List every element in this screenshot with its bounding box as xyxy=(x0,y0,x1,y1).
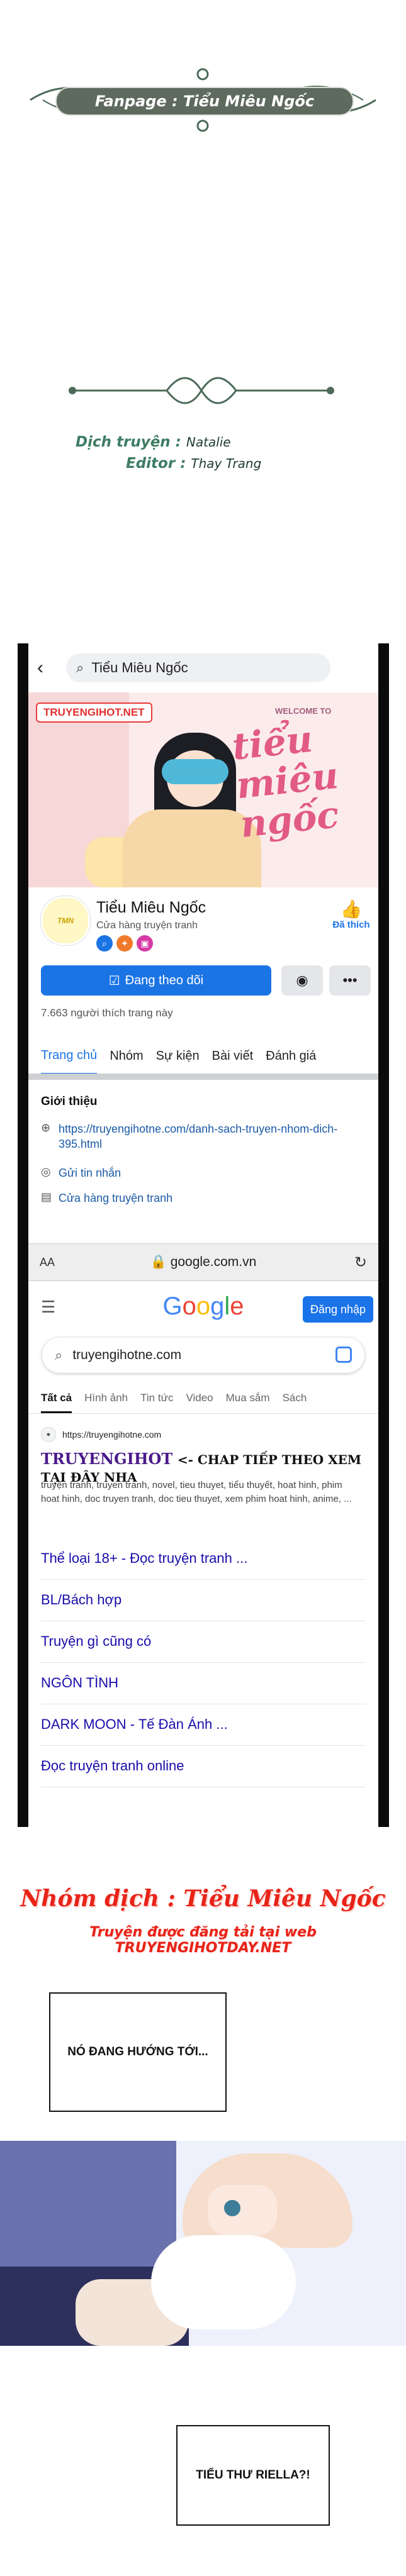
tab-shopping[interactable]: Mua sắm xyxy=(226,1385,270,1413)
tab-video[interactable]: Video xyxy=(186,1385,213,1413)
fire-badge-icon[interactable]: ✦ xyxy=(116,935,133,952)
sitelink-item[interactable]: Thể loại 18+ - Đọc truyện tranh ... xyxy=(41,1538,366,1580)
intro-shop-row[interactable]: ▤ Cửa hàng truyện tranh xyxy=(41,1191,354,1206)
page-info: TMN Tiểu Miêu Ngốc Cửa hàng truyện tranh… xyxy=(28,887,378,1038)
fanpage-pill: Fanpage : Tiểu Miêu Ngốc xyxy=(55,87,354,116)
intro-section: Giới thiệu ⊕ https://truyengihotne.com/d… xyxy=(28,1080,378,1243)
following-button[interactable]: ☑ Đang theo dõi xyxy=(41,965,271,996)
google-tabs: Tất cả Hình ảnh Tin tức Video Mua sắm Sá… xyxy=(28,1385,378,1414)
translator-key: Dịch truyện : xyxy=(76,434,181,450)
intro-shop-link[interactable]: Cửa hàng truyện tranh xyxy=(59,1191,354,1206)
tab-home[interactable]: Trang chủ xyxy=(41,1038,98,1075)
search-icon: ⌕ xyxy=(76,660,84,675)
speech-text: TIỂU THƯ RIELLA?! xyxy=(196,2468,310,2482)
result-description: truyện tranh, truyen tranh, novel, tieu … xyxy=(41,1480,352,1504)
cover-script-title: tiểu miêu ngốc xyxy=(230,717,341,846)
google-search-query: truyengihotne.com xyxy=(72,1348,182,1362)
globe-icon: ⊕ xyxy=(41,1121,51,1134)
cover-site-tag: TRUYENGIHOT.NET xyxy=(36,702,152,723)
result-title-brand: TRUYENGIHOT xyxy=(41,1450,173,1468)
cover-welcome: WELCOME TO xyxy=(275,706,332,716)
section-divider xyxy=(28,1074,378,1080)
fanpage-label: Fanpage : Tiểu Miêu Ngốc xyxy=(94,92,315,110)
like-label: Đã thích xyxy=(332,919,370,930)
tab-images[interactable]: Hình ảnh xyxy=(84,1385,128,1413)
back-arrow-icon[interactable]: ‹ xyxy=(37,657,59,679)
speech-text: NÓ ĐANG HƯỚNG TỚI... xyxy=(67,2045,208,2058)
intro-website-row[interactable]: ⊕ https://truyengihotne.com/danh-sach-tr… xyxy=(41,1121,354,1152)
thumbs-up-icon: 👍 xyxy=(340,899,363,919)
sitelink-item[interactable]: Truyện gì cũng có xyxy=(41,1621,366,1663)
tab-groups[interactable]: Nhóm xyxy=(110,1038,143,1074)
sitelink-item[interactable]: DARK MOON - Tế Đàn Ánh ... xyxy=(41,1704,366,1746)
shop-icon: ▤ xyxy=(41,1191,52,1203)
result-url[interactable]: https://truyengihotne.com xyxy=(62,1430,161,1440)
intro-message-row[interactable]: ◎ Gửi tin nhắn xyxy=(41,1165,354,1180)
page-avatar[interactable]: TMN xyxy=(41,896,90,945)
sitelink-item[interactable]: NGÔN TÌNH xyxy=(41,1662,366,1704)
browser-url: 🔒 google.com.vn xyxy=(150,1255,257,1269)
messenger-icon: ◉ xyxy=(296,972,308,988)
editor-name: Thay Trang xyxy=(191,456,262,471)
tab-books[interactable]: Sách xyxy=(283,1385,307,1413)
search-result: ● https://truyengihotne.com TRUYENGIHOT … xyxy=(28,1418,378,1538)
intro-website-link[interactable]: https://truyengihotne.com/danh-sach-truy… xyxy=(59,1121,354,1152)
comic-panel xyxy=(0,2141,406,2346)
search-badge-icon[interactable]: ⌕ xyxy=(96,935,113,952)
result-source[interactable]: ● https://truyengihotne.com xyxy=(41,1427,161,1442)
more-options-button[interactable]: ••• xyxy=(329,965,371,996)
intro-title: Giới thiệu xyxy=(41,1095,98,1108)
editor-key: Editor : xyxy=(126,455,186,472)
sitelink-item[interactable]: BL/Bách hợp xyxy=(41,1579,366,1621)
page-category: Cửa hàng truyện tranh xyxy=(96,920,198,931)
following-label: Đang theo dõi xyxy=(125,973,204,987)
messenger-small-icon: ◎ xyxy=(41,1165,51,1178)
upload-notice: Truyện được đăng tải tại web TRUYENGIHOT… xyxy=(89,1924,317,1956)
translator-group: Nhóm dịch : Tiểu Miêu Ngốc xyxy=(20,1885,386,1912)
favicon-icon: ● xyxy=(41,1427,56,1442)
fanpage-banner: Fanpage : Tiểu Miêu Ngốc xyxy=(18,68,388,130)
messenger-button[interactable]: ◉ xyxy=(281,965,323,996)
ornament-divider xyxy=(69,377,334,404)
search-icon: ⌕ xyxy=(55,1347,63,1363)
tab-events[interactable]: Sự kiện xyxy=(156,1038,200,1074)
tab-posts[interactable]: Bài viết xyxy=(212,1038,254,1074)
credit-editor: Editor : Thay Trang xyxy=(126,455,327,472)
phone-screenshot: ‹ ⌕ Tiểu Miêu Ngốc TRUYENGIHOT.NET WELCO… xyxy=(18,643,389,1827)
likes-count: 7.663 người thích trang này xyxy=(41,1007,173,1019)
facebook-top-bar: ‹ ⌕ Tiểu Miêu Ngốc xyxy=(28,643,378,692)
page-name: Tiểu Miêu Ngốc xyxy=(96,899,206,916)
facebook-search-bar[interactable]: ⌕ Tiểu Miêu Ngốc xyxy=(66,653,330,682)
speech-bubble: NÓ ĐANG HƯỚNG TỚI... xyxy=(49,1992,227,2112)
shop-badge-icon[interactable]: ▣ xyxy=(137,935,153,952)
url-text: google.com.vn xyxy=(170,1255,257,1269)
google-login-button[interactable]: Đăng nhập xyxy=(303,1296,373,1323)
credit-translator: Dịch truyện : Natalie xyxy=(76,434,327,450)
speech-bubble: TIỂU THƯ RIELLA?! xyxy=(176,2425,330,2526)
google-header: ☰ Google Đăng nhập xyxy=(28,1280,378,1333)
like-button[interactable]: 👍 Đã thích xyxy=(329,899,373,930)
google-lens-icon[interactable] xyxy=(336,1346,352,1363)
sitelink-item[interactable]: Đọc truyện tranh online xyxy=(41,1745,366,1787)
phone-screen: ‹ ⌕ Tiểu Miêu Ngốc TRUYENGIHOT.NET WELCO… xyxy=(28,643,378,1827)
facebook-tabs: Trang chủ Nhóm Sự kiện Bài viết Đánh giá xyxy=(28,1038,378,1075)
facebook-search-query: Tiểu Miêu Ngốc xyxy=(91,660,188,675)
cover-photo: TRUYENGIHOT.NET WELCOME TO tiểu miêu ngố… xyxy=(28,692,378,887)
more-icon: ••• xyxy=(342,972,358,988)
intro-message-link[interactable]: Gửi tin nhắn xyxy=(59,1165,354,1180)
credits-block: Dịch truyện : Natalie Editor : Thay Tran… xyxy=(76,434,327,477)
reload-icon[interactable]: ↻ xyxy=(354,1253,367,1272)
check-square-icon: ☑ xyxy=(108,974,120,988)
translator-name: Natalie xyxy=(186,435,231,450)
google-search-box[interactable]: ⌕ truyengihotne.com xyxy=(42,1338,364,1373)
browser-address-bar[interactable]: AA 🔒 google.com.vn ↻ xyxy=(28,1243,378,1281)
tab-all[interactable]: Tất cả xyxy=(41,1385,72,1413)
page-badges: ⌕ ✦ ▣ xyxy=(96,935,153,952)
tab-news[interactable]: Tin tức xyxy=(140,1385,173,1413)
tab-reviews[interactable]: Đánh giá xyxy=(266,1038,316,1074)
